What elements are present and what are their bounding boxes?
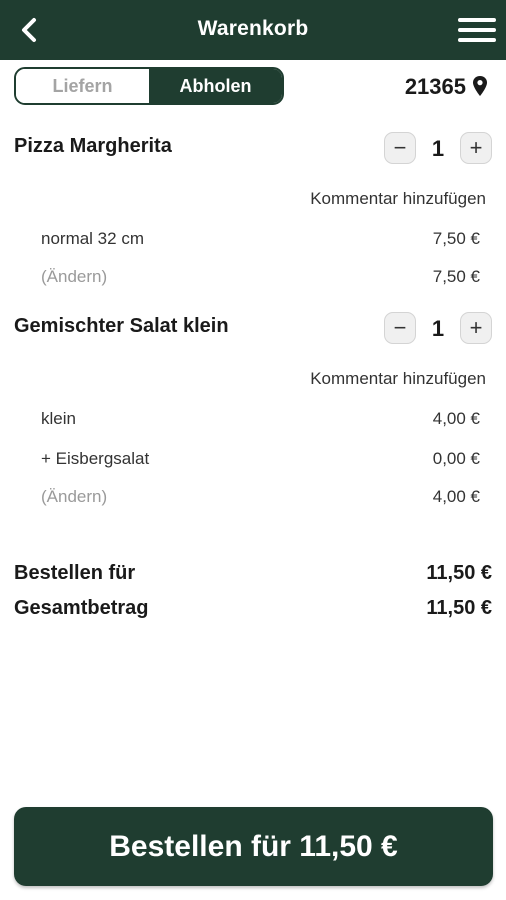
cart-item-name: Pizza Margherita (14, 135, 172, 157)
item-option-label: + Eisbergsalat (41, 449, 150, 468)
add-comment-link[interactable]: Kommentar hinzufügen (310, 189, 486, 209)
grand-total-value: 11,50 € (426, 597, 492, 619)
decrease-quantity-button[interactable]: − (384, 132, 416, 164)
item-quantity: 1 (431, 316, 445, 341)
item-option-price: 7,50 € (432, 229, 480, 248)
app-header: Warenkorb (0, 0, 506, 60)
toggle-option-abholen[interactable]: Abholen (149, 69, 282, 103)
item-option-label: klein (41, 409, 76, 428)
increase-quantity-button[interactable]: + (460, 132, 492, 164)
toggle-option-liefern[interactable]: Liefern (16, 69, 149, 103)
item-quantity: 1 (431, 136, 445, 161)
decrease-quantity-button[interactable]: − (384, 312, 416, 344)
item-option-label: normal 32 cm (41, 229, 144, 248)
item-subtotal: 7,50 € (432, 267, 480, 286)
increase-quantity-button[interactable]: + (460, 312, 492, 344)
order-for-label: Bestellen für (14, 562, 136, 584)
location-pin-icon[interactable] (472, 75, 488, 97)
page-title: Warenkorb (197, 17, 309, 40)
menu-button[interactable] (458, 15, 496, 45)
add-comment-link[interactable]: Kommentar hinzufügen (310, 369, 486, 389)
edit-item-link[interactable]: (Ändern) (41, 487, 107, 507)
cart-item-name: Gemischter Salat klein (14, 315, 229, 337)
grand-total-label: Gesamtbetrag (14, 597, 149, 619)
item-option-price: 0,00 € (432, 449, 480, 468)
place-order-button[interactable]: Bestellen für 11,50 € (14, 807, 493, 886)
edit-item-link[interactable]: (Ändern) (41, 267, 107, 287)
order-for-value: 11,50 € (426, 562, 492, 584)
hamburger-menu-icon (458, 18, 496, 22)
zip-code[interactable]: 21365 (405, 74, 466, 100)
item-subtotal: 4,00 € (432, 487, 480, 506)
item-option-price: 4,00 € (432, 409, 480, 428)
delivery-mode-toggle: Liefern Abholen (14, 67, 284, 105)
